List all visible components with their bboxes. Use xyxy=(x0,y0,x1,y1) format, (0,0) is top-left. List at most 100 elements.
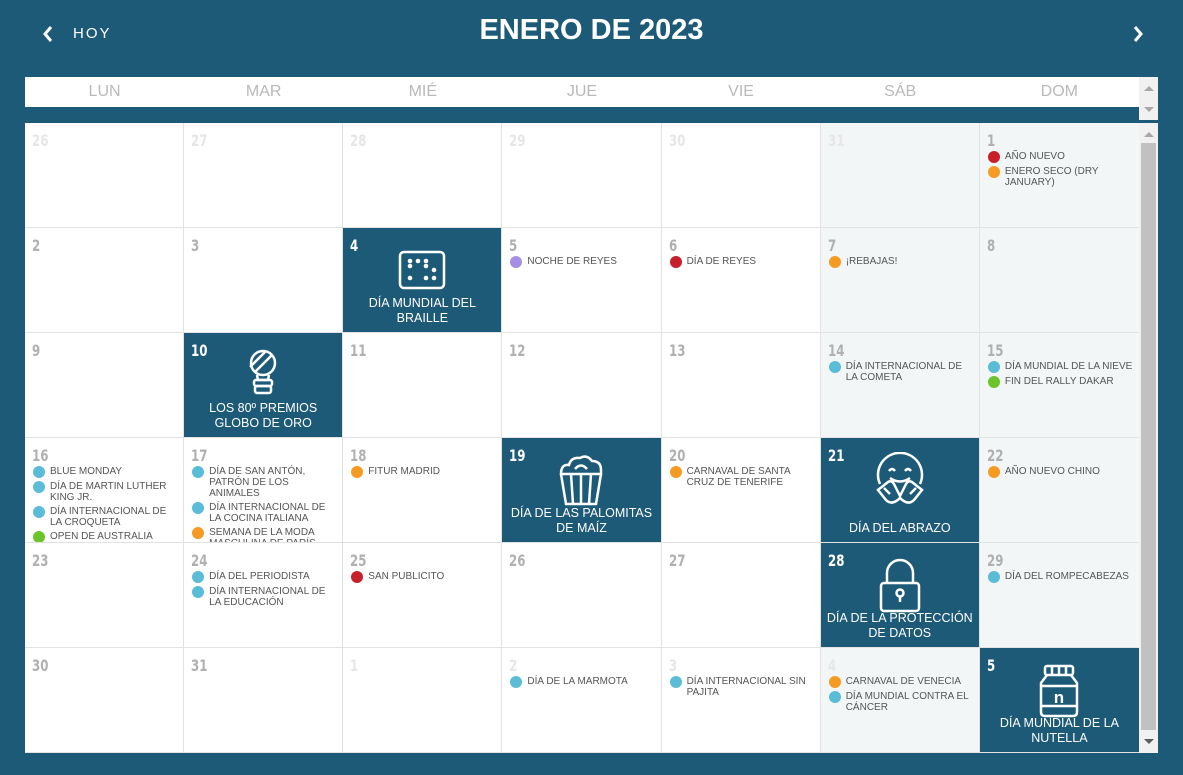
day-cell[interactable]: 4 DÍA MUNDIAL DEL BRAILLE xyxy=(343,228,503,333)
scroll-up-arrow-icon[interactable] xyxy=(1144,86,1154,91)
day-cell[interactable]: 26 xyxy=(25,123,185,228)
event-item[interactable]: DÍA INTERNACIONAL DE LA COMETA xyxy=(828,361,975,383)
event-item[interactable]: SEMANA DE LA MODA MASCULINA DE PARÍS xyxy=(192,527,338,542)
day-cell[interactable]: 19 DÍA DE LAS PALOMITAS DE MAÍZ xyxy=(502,438,662,543)
day-number: 22 xyxy=(986,446,1004,465)
day-cell[interactable]: 2 xyxy=(25,228,185,333)
event-item[interactable]: AÑO NUEVO xyxy=(987,151,1135,163)
event-list: ¡REBAJAS! xyxy=(828,256,975,271)
featured-event-label[interactable]: LOS 80º PREMIOS GLOBO DE ORO xyxy=(188,401,338,431)
day-cell[interactable]: 1 xyxy=(343,648,503,753)
day-cell[interactable]: 13 xyxy=(661,333,821,438)
day-cell[interactable]: 18 FITUR MADRID xyxy=(343,438,503,543)
day-cell[interactable]: 12 xyxy=(502,333,662,438)
day-cell[interactable]: 20 CARNAVAL DE SANTA CRUZ DE TENERIFE xyxy=(661,438,821,543)
event-item[interactable]: NOCHE DE REYES xyxy=(510,256,656,268)
event-item[interactable]: SAN PUBLICITO xyxy=(351,571,497,583)
day-cell[interactable]: 15 DÍA MUNDIAL DE LA NIEVE FIN DEL RALLY D… xyxy=(979,333,1139,438)
event-item[interactable]: DÍA MUNDIAL CONTRA EL CÁNCER xyxy=(828,691,975,713)
event-item[interactable]: ENERO SECO (DRY JANUARY) xyxy=(987,166,1135,188)
featured-event-label[interactable]: DÍA MUNDIAL DEL BRAILLE xyxy=(347,296,497,326)
scroll-down-arrow-icon[interactable] xyxy=(1144,107,1154,112)
featured-event-label[interactable]: DÍA DEL ABRAZO xyxy=(825,521,975,536)
event-item[interactable]: DÍA INTERNACIONAL SIN PAJITA xyxy=(669,676,816,698)
day-cell[interactable]: 29 xyxy=(502,123,662,228)
header-scrollbar[interactable] xyxy=(1139,77,1158,120)
day-cell[interactable]: 11 xyxy=(343,333,503,438)
event-label: DÍA INTERNACIONAL DE LA CROQUETA xyxy=(50,506,167,528)
scroll-up-arrow-icon[interactable] xyxy=(1144,132,1154,137)
event-item[interactable]: DÍA INTERNACIONAL DE LA CROQUETA xyxy=(33,506,179,528)
event-item[interactable]: DÍA DE SAN ANTÓN, PATRÓN DE LOS ANIMALES xyxy=(192,466,338,499)
day-cell[interactable]: 30 xyxy=(25,648,185,753)
featured-event-label[interactable]: DÍA DE LAS PALOMITAS DE MAÍZ xyxy=(506,506,656,536)
day-cell[interactable]: 28 DÍA DE LA PROTECCIÓN DE DATOS xyxy=(820,543,980,648)
event-item[interactable]: DÍA DEL PERIODISTA xyxy=(192,571,338,583)
day-cell[interactable]: 8 xyxy=(979,228,1139,333)
month-title: ENERO DE 2023 xyxy=(479,14,704,46)
event-item[interactable]: DÍA DE REYES xyxy=(669,256,816,268)
day-cell[interactable]: 3 xyxy=(184,228,344,333)
day-cell[interactable]: 29 DÍA DEL ROMPECABEZAS xyxy=(979,543,1139,648)
event-category-dot xyxy=(828,256,841,268)
day-cell[interactable]: 21 DÍA DEL ABRAZO xyxy=(820,438,980,543)
next-month-button[interactable] xyxy=(1128,20,1148,48)
event-item[interactable]: FIN DEL RALLY DAKAR xyxy=(987,376,1135,388)
day-number: 30 xyxy=(32,656,49,675)
day-cell[interactable]: 22 AÑO NUEVO CHINO xyxy=(979,438,1139,543)
event-item[interactable]: AÑO NUEVO CHINO xyxy=(987,466,1135,478)
day-cell[interactable]: 31 xyxy=(820,123,980,228)
day-number: 11 xyxy=(350,341,367,360)
day-cell[interactable]: 6 DÍA DE REYES xyxy=(661,228,821,333)
day-cell[interactable]: 27 xyxy=(184,123,344,228)
day-cell[interactable]: 14 DÍA INTERNACIONAL DE LA COMETA xyxy=(820,333,980,438)
event-item[interactable]: CARNAVAL DE VENECIA xyxy=(828,676,975,688)
day-number: 1 xyxy=(986,131,996,150)
event-item[interactable]: DÍA DEL ROMPECABEZAS xyxy=(987,571,1135,583)
day-cell[interactable]: 10 LOS 80º PREMIOS GLOBO DE ORO xyxy=(184,333,344,438)
day-cell[interactable]: 2 DÍA DE LA MARMOTA xyxy=(502,648,662,753)
event-item[interactable]: DÍA DE MARTIN LUTHER KING JR. xyxy=(33,481,179,503)
day-number: 31 xyxy=(827,131,845,150)
event-item[interactable]: FITUR MADRID xyxy=(351,466,497,478)
scroll-down-arrow-icon[interactable] xyxy=(1144,739,1154,744)
day-cell[interactable]: 24 DÍA DEL PERIODISTA DÍA INTERNACIONAL DE… xyxy=(184,543,344,648)
event-label: DÍA INTERNACIONAL DE LA COCINA ITALIANA xyxy=(209,502,326,524)
day-cell[interactable]: 26 xyxy=(502,543,662,648)
day-cell[interactable]: 25 SAN PUBLICITO xyxy=(343,543,503,648)
event-item[interactable]: DÍA INTERNACIONAL DE LA EDUCACIÓN xyxy=(192,586,338,608)
featured-event-label[interactable]: DÍA MUNDIAL DE LA NUTELLA xyxy=(984,716,1135,746)
day-cell[interactable]: 31 xyxy=(184,648,344,753)
day-cell[interactable]: 28 xyxy=(343,123,503,228)
event-item[interactable]: OPEN DE AUSTRALIA xyxy=(33,531,179,542)
event-category-dot xyxy=(669,466,682,478)
event-item[interactable]: DÍA MUNDIAL DE LA NIEVE xyxy=(987,361,1135,373)
day-cell[interactable]: 7 ¡REBAJAS! xyxy=(820,228,980,333)
event-item[interactable]: DÍA DE LA MARMOTA xyxy=(510,676,656,688)
day-cell[interactable]: 5 NOCHE DE REYES xyxy=(502,228,662,333)
event-item[interactable]: ¡REBAJAS! xyxy=(828,256,975,268)
day-cell[interactable]: 9 xyxy=(25,333,185,438)
event-category-dot xyxy=(828,676,841,688)
day-cell[interactable]: 23 xyxy=(25,543,185,648)
day-cell[interactable]: 5 n DÍA MUNDIAL DE LA NUTELLA xyxy=(979,648,1139,753)
calendar-scrollbar[interactable] xyxy=(1139,123,1158,753)
event-category-dot xyxy=(828,361,841,373)
day-cell[interactable]: 30 xyxy=(661,123,821,228)
event-item[interactable]: DÍA INTERNACIONAL DE LA COCINA ITALIANA xyxy=(192,502,338,524)
featured-event-label[interactable]: DÍA DE LA PROTECCIÓN DE DATOS xyxy=(825,611,975,641)
day-cell[interactable]: 27 xyxy=(661,543,821,648)
scrollbar-thumb[interactable] xyxy=(1141,143,1156,730)
day-cell[interactable]: 4 CARNAVAL DE VENECIA DÍA MUNDIAL CONTRA E… xyxy=(820,648,980,753)
event-label: DÍA MUNDIAL DE LA NIEVE xyxy=(1004,361,1133,372)
day-cell[interactable]: 17 DÍA DE SAN ANTÓN, PATRÓN DE LOS ANIMAL… xyxy=(184,438,344,543)
event-list: AÑO NUEVO ENERO SECO (DRY JANUARY) xyxy=(987,151,1135,191)
event-item[interactable]: BLUE MONDAY xyxy=(33,466,179,478)
event-label: OPEN DE AUSTRALIA xyxy=(50,531,153,542)
day-cell[interactable]: 16 BLUE MONDAY DÍA DE MARTIN LUTHER KING J… xyxy=(25,438,185,543)
event-item[interactable]: CARNAVAL DE SANTA CRUZ DE TENERIFE xyxy=(669,466,816,488)
day-cell[interactable]: 1 AÑO NUEVO ENERO SECO (DRY JANUARY) xyxy=(979,123,1139,228)
day-number: 5 xyxy=(509,236,518,255)
event-label: ENERO SECO (DRY JANUARY) xyxy=(1004,166,1099,188)
day-cell[interactable]: 3 DÍA INTERNACIONAL SIN PAJITA xyxy=(661,648,821,753)
